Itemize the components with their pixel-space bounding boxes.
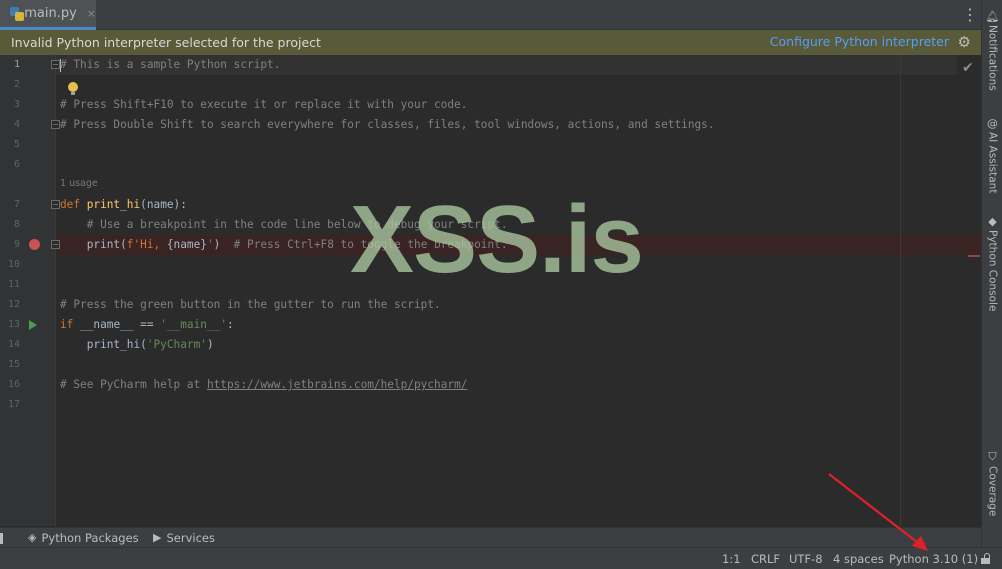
line-number: 11	[7, 279, 20, 290]
code-editor[interactable]: 1 2 3 4 5 6 7 8 9 10 11 12 13 14 15 16 1…	[0, 55, 981, 526]
tool-notifications[interactable]: 🔔︎ Notifications	[982, 10, 1002, 91]
tool-ai-assistant[interactable]: @ AI Assistant	[982, 117, 1002, 193]
line-number: 1	[13, 59, 20, 70]
line-separator[interactable]: CRLF	[751, 548, 780, 569]
line-number: 13	[7, 319, 20, 330]
tool-edge-handle[interactable]	[0, 533, 3, 544]
lock-icon[interactable]	[980, 553, 990, 565]
code-line-14: print_hi('PyCharm')	[60, 338, 214, 351]
code-line-7: def print_hi(name):	[60, 198, 187, 211]
line-number: 15	[7, 359, 20, 370]
code-line-3: # Press Shift+F10 to execute it or repla…	[60, 98, 468, 111]
caret-position[interactable]: 1:1	[722, 548, 741, 569]
line-number: 14	[7, 339, 20, 350]
line-number: 16	[7, 379, 20, 390]
line-number: 17	[7, 399, 20, 410]
pycharm-help-link[interactable]: https://www.jetbrains.com/help/pycharm/	[207, 378, 467, 391]
tool-services[interactable]: ▶ Services	[153, 528, 215, 548]
tool-coverage[interactable]: ⛉ Coverage	[982, 450, 1002, 516]
ai-spiral-icon: @	[987, 117, 998, 130]
code-line-1: # This is a sample Python script.	[60, 58, 281, 71]
tab-label: main.py	[24, 6, 77, 21]
gear-icon[interactable]: ⚙	[958, 33, 971, 51]
bell-icon: 🔔︎	[985, 10, 1000, 23]
kebab-vertical-icon[interactable]: ⋮	[962, 6, 978, 24]
arrow-head	[912, 536, 928, 551]
tab-main-py[interactable]: main.py ×	[0, 0, 96, 30]
right-margin-guide	[900, 55, 901, 526]
lightbulb-icon[interactable]	[68, 82, 78, 95]
fold-icon[interactable]: −	[51, 240, 60, 249]
fold-icon[interactable]: −	[51, 60, 60, 69]
usage-hint[interactable]: 1 usage	[60, 178, 98, 189]
line-number: 6	[13, 159, 20, 170]
editor-gutter[interactable]: 1 2 3 4 5 6 7 8 9 10 11 12 13 14 15 16 1…	[0, 55, 56, 526]
code-line-13: if __name__ == '__main__':	[60, 318, 234, 331]
annotation-arrow	[828, 473, 928, 551]
checkmark-icon[interactable]: ✔	[962, 60, 974, 76]
run-gutter-icon[interactable]	[29, 320, 37, 330]
line-number: 12	[7, 299, 20, 310]
arrow-shaft	[828, 473, 923, 547]
right-tool-strip: 🔔︎ Notifications @ AI Assistant ◆ Python…	[981, 0, 1002, 547]
breakpoint-icon[interactable]	[29, 239, 40, 250]
interpreter-warning-banner: Invalid Python interpreter selected for …	[0, 30, 981, 55]
line-number: 9	[13, 239, 20, 250]
code-line-16: # See PyCharm help at https://www.jetbra…	[60, 378, 468, 391]
tool-python-console[interactable]: ◆ Python Console	[982, 215, 1002, 311]
shield-icon: ⛉	[988, 450, 997, 463]
fold-icon[interactable]: −	[51, 200, 60, 209]
line-number: 10	[7, 259, 20, 270]
close-icon[interactable]: ×	[87, 7, 96, 20]
python-file-icon	[10, 6, 24, 21]
layers-icon: ◈	[28, 531, 37, 544]
line-number: 7	[13, 199, 20, 210]
code-line-12: # Press the green button in the gutter t…	[60, 298, 441, 311]
line-number: 2	[13, 79, 20, 90]
line-number: 5	[13, 139, 20, 150]
line-number: 8	[13, 219, 20, 230]
code-line-4: # Press Double Shift to search everywher…	[60, 118, 715, 131]
configure-interpreter-link[interactable]: Configure Python interpreter	[770, 34, 949, 49]
fold-icon[interactable]: −	[51, 120, 60, 129]
watermark-text: XSS.is	[350, 186, 644, 293]
services-icon: ▶	[153, 531, 162, 544]
editor-tab-bar: main.py × ⋮	[0, 0, 981, 30]
python-icon: ◆	[988, 215, 997, 228]
error-stripe-mark[interactable]	[968, 255, 980, 257]
line-number: 3	[13, 99, 20, 110]
tool-python-packages[interactable]: ◈ Python Packages	[28, 528, 139, 548]
line-number: 4	[13, 119, 20, 130]
file-encoding[interactable]: UTF-8	[789, 548, 823, 569]
banner-message: Invalid Python interpreter selected for …	[11, 35, 321, 50]
